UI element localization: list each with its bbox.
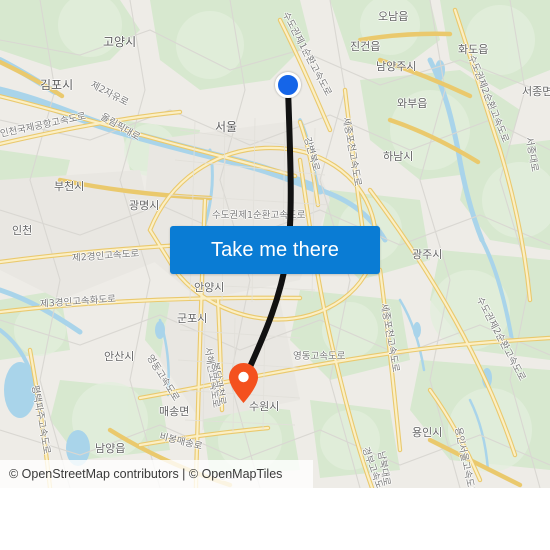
map-label: 영동고속도로	[293, 351, 346, 362]
map-label: 매송면	[159, 405, 190, 418]
map-label: 제2경인고속도로	[71, 248, 140, 264]
map-label: 세종포천고속도로	[378, 302, 402, 374]
map-label: 김포시	[40, 78, 74, 92]
map-label: 수도권제1순환고속도로	[212, 210, 306, 221]
map-label: 용인시	[412, 426, 443, 439]
origin-marker[interactable]	[275, 72, 301, 98]
map-label: 수도권제2순환고속도로	[473, 295, 528, 383]
map-label: 남양주시	[376, 60, 417, 73]
map-viewport[interactable]: 고양시 김포시 오남읍 진건읍 화도읍 남양주시 서종면 와부읍 하남시 서울 부천시 광명시 인천 광주…	[0, 0, 550, 488]
map-label: 비봉매송로	[158, 431, 204, 453]
map-label: 하남시	[383, 150, 414, 163]
map-label: 인천	[12, 224, 33, 237]
map-label: 와부읍	[397, 97, 428, 110]
map-attribution-bar: © OpenStreetMap contributors | © OpenMap…	[0, 460, 313, 488]
map-label: 세종포천고속도로	[340, 116, 364, 188]
map-label: 서울	[215, 120, 238, 134]
map-label: 부천시	[54, 180, 85, 193]
map-label: 서종면	[522, 85, 550, 98]
map-label: 강변북로	[301, 135, 322, 173]
map-label: 남양읍	[95, 442, 126, 455]
map-label: 평택파주고속도로	[29, 384, 53, 456]
map-label: 영동고속도로	[144, 352, 182, 404]
map-label: 오남읍	[378, 10, 409, 23]
map-label: 제3경인고속화도로	[39, 293, 117, 310]
moovit-route-map-page: 고양시 김포시 오남읍 진건읍 화도읍 남양주시 서종면 와부읍 하남시 서울 부천시 광명시 인천 광주…	[0, 0, 550, 550]
map-attribution-text[interactable]: © OpenStreetMap contributors | © OpenMap…	[0, 467, 282, 481]
map-label: 진건읍	[350, 40, 381, 53]
map-label: 용인서울고속도로	[452, 426, 478, 488]
footer-bar: 노원구, 서울시→수원시, 경기도 moovit	[0, 488, 550, 550]
map-label: 서종대로	[523, 136, 541, 173]
map-label: 안산시	[104, 350, 135, 363]
take-me-there-button[interactable]: Take me there	[170, 226, 380, 274]
map-label: 인천국제공항고속도로	[0, 110, 87, 140]
map-label: 광명시	[129, 199, 160, 212]
destination-marker[interactable]	[228, 362, 259, 404]
map-label: 제2자유로	[88, 79, 131, 109]
map-label: 올림픽대로	[98, 111, 142, 143]
map-label: 군포시	[177, 312, 208, 325]
map-label: 고양시	[103, 35, 137, 49]
map-label: 안양시	[194, 281, 225, 294]
map-label: 광주시	[412, 248, 443, 261]
map-label: 수도권제2순환고속도로	[465, 53, 511, 145]
destination-pin-icon	[229, 363, 258, 403]
